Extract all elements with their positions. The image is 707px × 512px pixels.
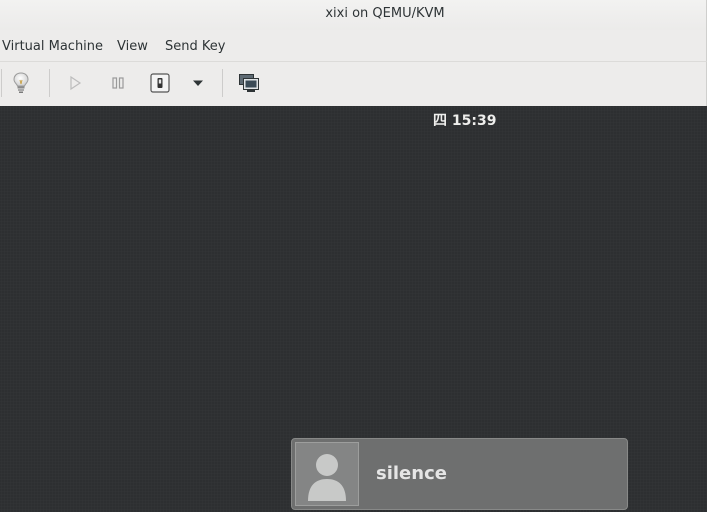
toolbar xyxy=(0,61,707,106)
menu-bar: Virtual Machine View Send Key xyxy=(0,30,707,61)
toolbar-separator xyxy=(222,69,223,97)
menu-view[interactable]: View xyxy=(117,39,148,54)
toolbar-separator xyxy=(49,69,50,97)
user-login-card[interactable]: silence xyxy=(291,438,628,510)
details-button[interactable] xyxy=(8,70,34,96)
shutdown-button[interactable] xyxy=(147,70,173,96)
toolbar-separator xyxy=(1,69,2,97)
run-button[interactable] xyxy=(62,70,88,96)
window-title: xixi on QEMU/KVM xyxy=(325,6,445,21)
vm-viewer-window: xixi on QEMU/KVM Virtual Machine View Se… xyxy=(0,0,707,512)
fullscreen-button[interactable] xyxy=(236,70,262,96)
user-name: silence xyxy=(376,463,447,484)
menu-send-key[interactable]: Send Key xyxy=(165,39,225,54)
play-icon xyxy=(70,75,82,91)
menu-virtual-machine[interactable]: Virtual Machine xyxy=(2,39,103,54)
lightbulb-icon xyxy=(13,72,29,93)
guest-display[interactable]: 四 15:39 silence xyxy=(0,106,707,512)
guest-clock[interactable]: 四 15:39 xyxy=(433,110,496,130)
screens-icon xyxy=(239,74,259,92)
avatar-silhouette xyxy=(308,454,346,501)
title-bar[interactable]: xixi on QEMU/KVM xyxy=(0,0,707,30)
user-avatar-icon xyxy=(295,442,359,506)
pause-button[interactable] xyxy=(105,70,131,96)
chevron-down-icon xyxy=(193,80,203,86)
power-icon xyxy=(150,73,170,93)
pause-icon xyxy=(112,77,124,89)
shutdown-menu-button[interactable] xyxy=(185,70,211,96)
